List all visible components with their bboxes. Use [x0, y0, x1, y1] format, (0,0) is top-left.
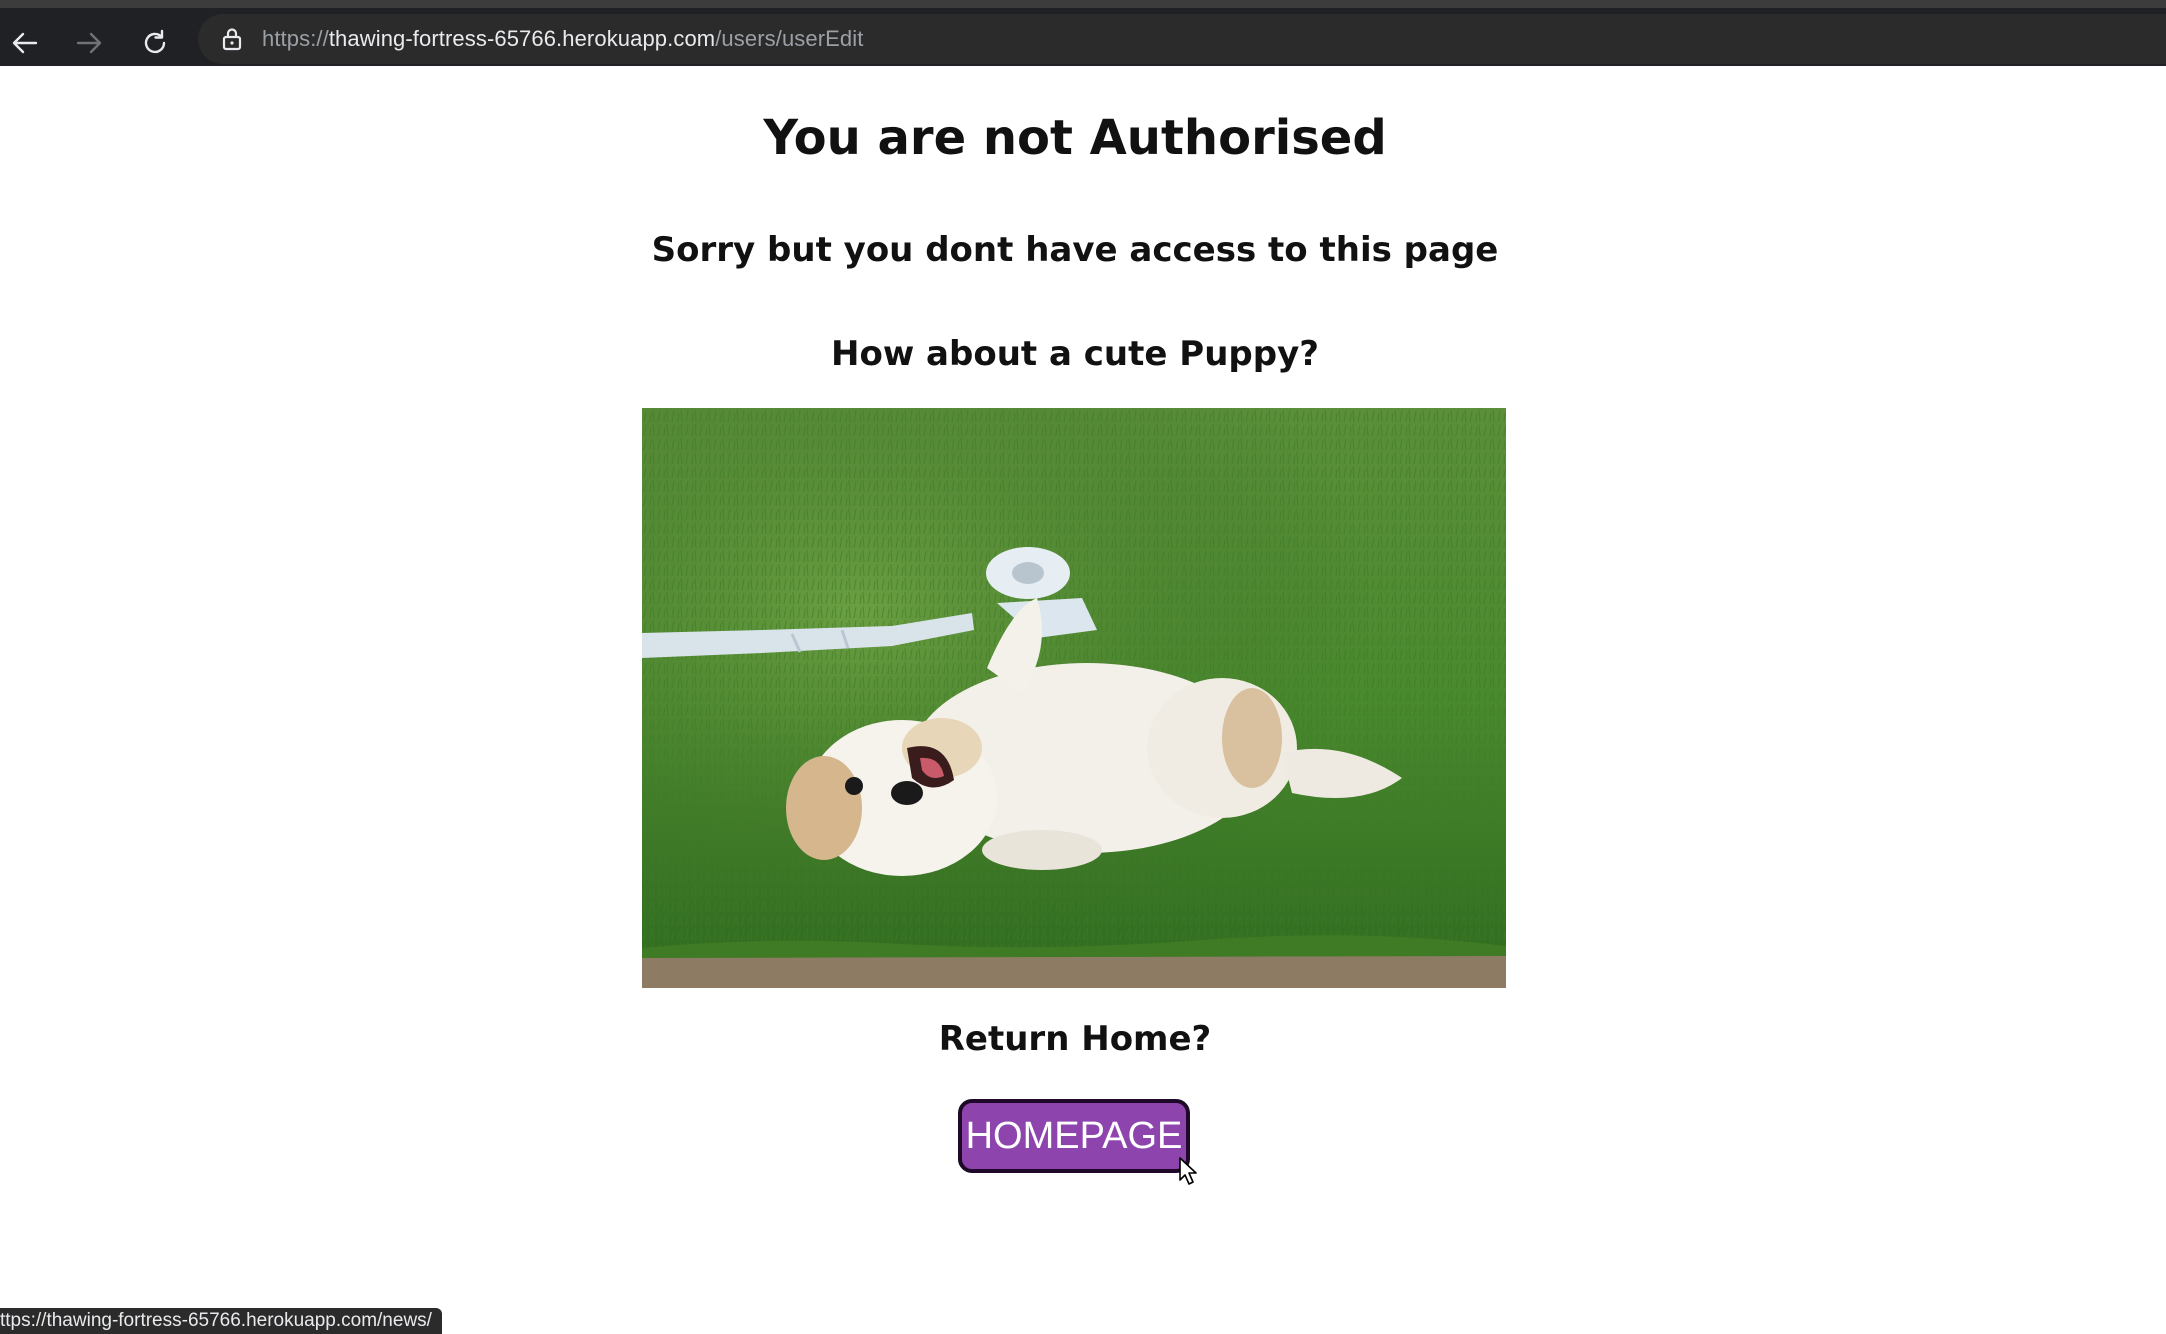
- return-home-prompt: Return Home?: [938, 1019, 1212, 1059]
- address-bar[interactable]: https://thawing-fortress-65766.herokuapp…: [198, 14, 2166, 64]
- mouse-cursor-icon: [1179, 1157, 1197, 1185]
- url-text[interactable]: https://thawing-fortress-65766.herokuapp…: [262, 26, 863, 52]
- puppy-prompt: How about a cute Puppy?: [831, 334, 1319, 374]
- puppy-image: [642, 408, 1506, 988]
- page-title: You are not Authorised: [763, 110, 1387, 166]
- access-denied-message: Sorry but you dont have access to this p…: [651, 230, 1499, 270]
- back-button[interactable]: [2, 20, 48, 66]
- arrow-left-icon: [12, 32, 38, 54]
- homepage-button[interactable]: HOMEPAGE: [958, 1099, 1190, 1173]
- url-path: /users/userEdit: [715, 26, 864, 51]
- reload-button[interactable]: [132, 20, 178, 66]
- arrow-right-icon: [76, 32, 102, 54]
- reload-icon: [144, 29, 166, 54]
- url-scheme: https://: [262, 26, 329, 51]
- lock-icon[interactable]: [218, 25, 246, 53]
- status-bar-link-preview: ttps://thawing-fortress-65766.herokuapp.…: [0, 1308, 442, 1334]
- forward-button[interactable]: [66, 20, 112, 66]
- page-content: You are not Authorised Sorry but you don…: [0, 66, 2166, 1334]
- browser-toolbar: https://thawing-fortress-65766.herokuapp…: [0, 0, 2166, 66]
- url-host: thawing-fortress-65766.herokuapp.com: [328, 26, 716, 51]
